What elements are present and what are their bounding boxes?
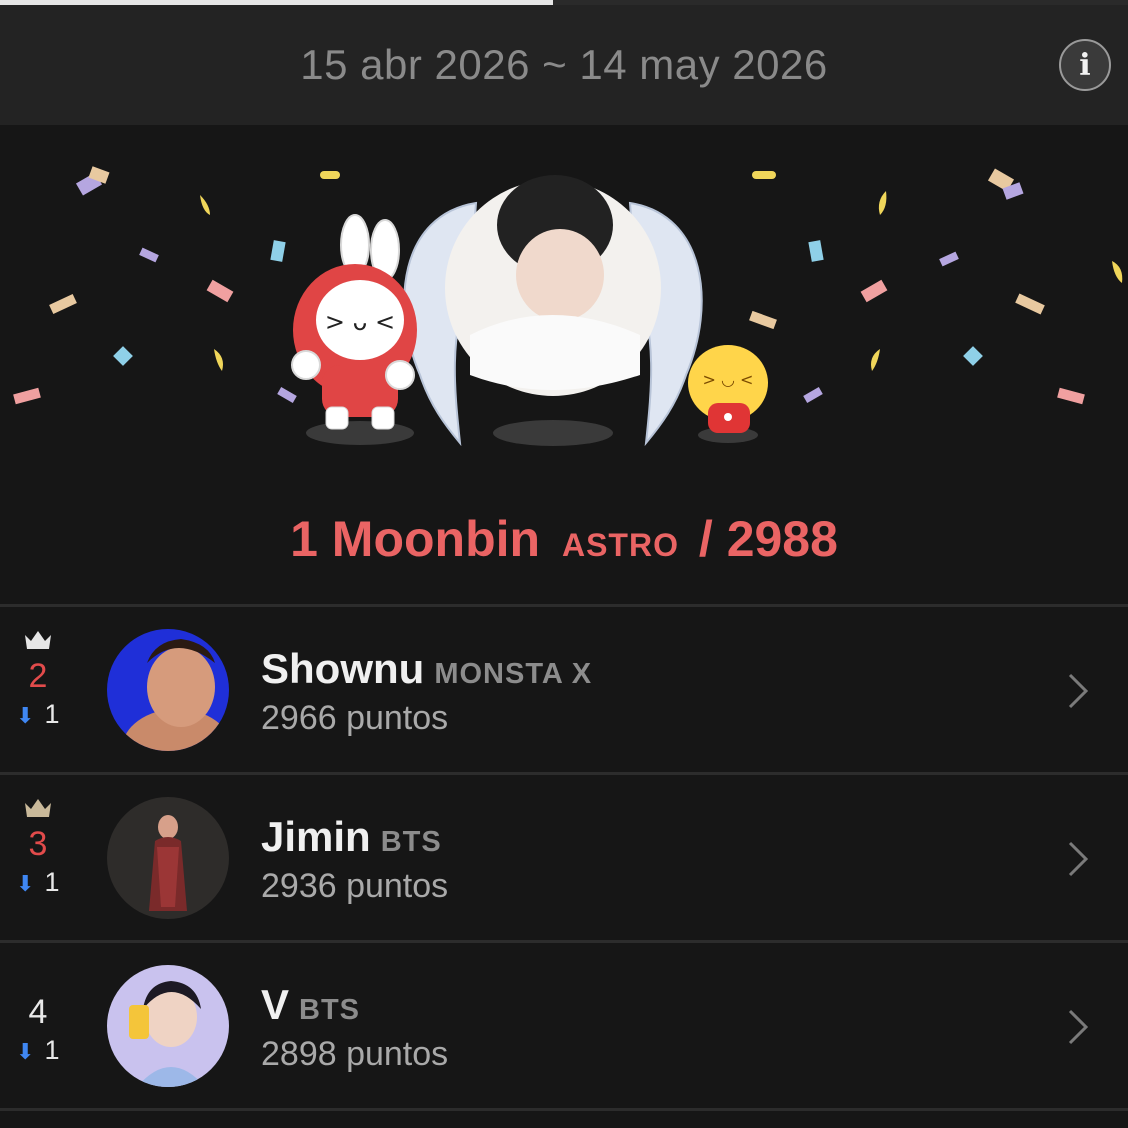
rank-change: ⬇ 1 <box>16 867 60 897</box>
winner-summary: 1 Moonbin ASTRO / 2988 <box>0 510 1128 568</box>
winner-group: ASTRO <box>561 527 679 563</box>
artist-group: BTS <box>299 994 361 1026</box>
svg-text:> ᴗ <: > ᴗ < <box>325 308 395 336</box>
ranking-row[interactable]: 2 ⬇ 1 Shownu MONSTA X 2966 puntos <box>0 607 1128 772</box>
chevron-right-icon <box>1068 841 1089 877</box>
info-icon: i <box>1079 47 1091 83</box>
chevron-right-icon <box>1068 673 1089 709</box>
date-range-bar: 15 abr 2026 ~ 14 may 2026 i <box>0 5 1128 125</box>
artist-name: Shownu <box>261 645 425 692</box>
winner-rank: 1 <box>290 511 318 567</box>
crown-icon <box>25 631 51 649</box>
rank-number: 2 <box>28 657 48 695</box>
rank-number: 4 <box>28 993 48 1031</box>
winner-name: Moonbin <box>331 511 541 567</box>
rank-column: 2 ⬇ 1 <box>0 607 78 772</box>
rank-change: ⬇ 1 <box>16 699 60 729</box>
chick-character-icon: > ◡ < <box>688 345 768 433</box>
crown-icon <box>25 799 51 817</box>
bunny-character-icon: > ᴗ < <box>291 214 417 430</box>
rank-change: ⬇ 1 <box>16 1035 60 1065</box>
svg-text:> ◡ <: > ◡ < <box>703 370 754 389</box>
name-line: Shownu MONSTA X <box>261 645 592 693</box>
artist-group: MONSTA X <box>434 658 593 690</box>
artist-points: 2936 puntos <box>261 867 449 905</box>
name-line: V BTS <box>261 981 360 1029</box>
ranking-row[interactable]: 3 ⬇ 1 Jimin BTS 2936 puntos <box>0 775 1128 940</box>
arrow-down-icon: ⬇ <box>16 871 35 896</box>
divider <box>0 1108 1128 1111</box>
artist-points: 2966 puntos <box>261 699 449 737</box>
winner-score: 2988 <box>726 511 838 567</box>
name-line: Jimin BTS <box>261 813 442 861</box>
info-button[interactable]: i <box>1059 39 1111 91</box>
artist-group: BTS <box>380 826 442 858</box>
avatar[interactable] <box>107 797 229 919</box>
ranking-row[interactable]: 4 ⬇ 1 V BTS 2898 puntos <box>0 943 1128 1108</box>
avatar[interactable] <box>107 965 229 1087</box>
rank-column: 3 ⬇ 1 <box>0 775 78 940</box>
date-range-label: 15 abr 2026 ~ 14 may 2026 <box>300 41 828 88</box>
winner-separator: / <box>698 511 713 567</box>
avatar[interactable] <box>107 629 229 751</box>
rank-column: 4 ⬇ 1 <box>0 943 78 1108</box>
rank-number: 3 <box>28 825 48 863</box>
artist-name: Jimin <box>261 813 371 860</box>
arrow-down-icon: ⬇ <box>16 1039 35 1064</box>
artist-name: V <box>261 981 290 1028</box>
chevron-right-icon <box>1068 1009 1089 1045</box>
arrow-down-icon: ⬇ <box>16 703 35 728</box>
artist-points: 2898 puntos <box>261 1035 449 1073</box>
